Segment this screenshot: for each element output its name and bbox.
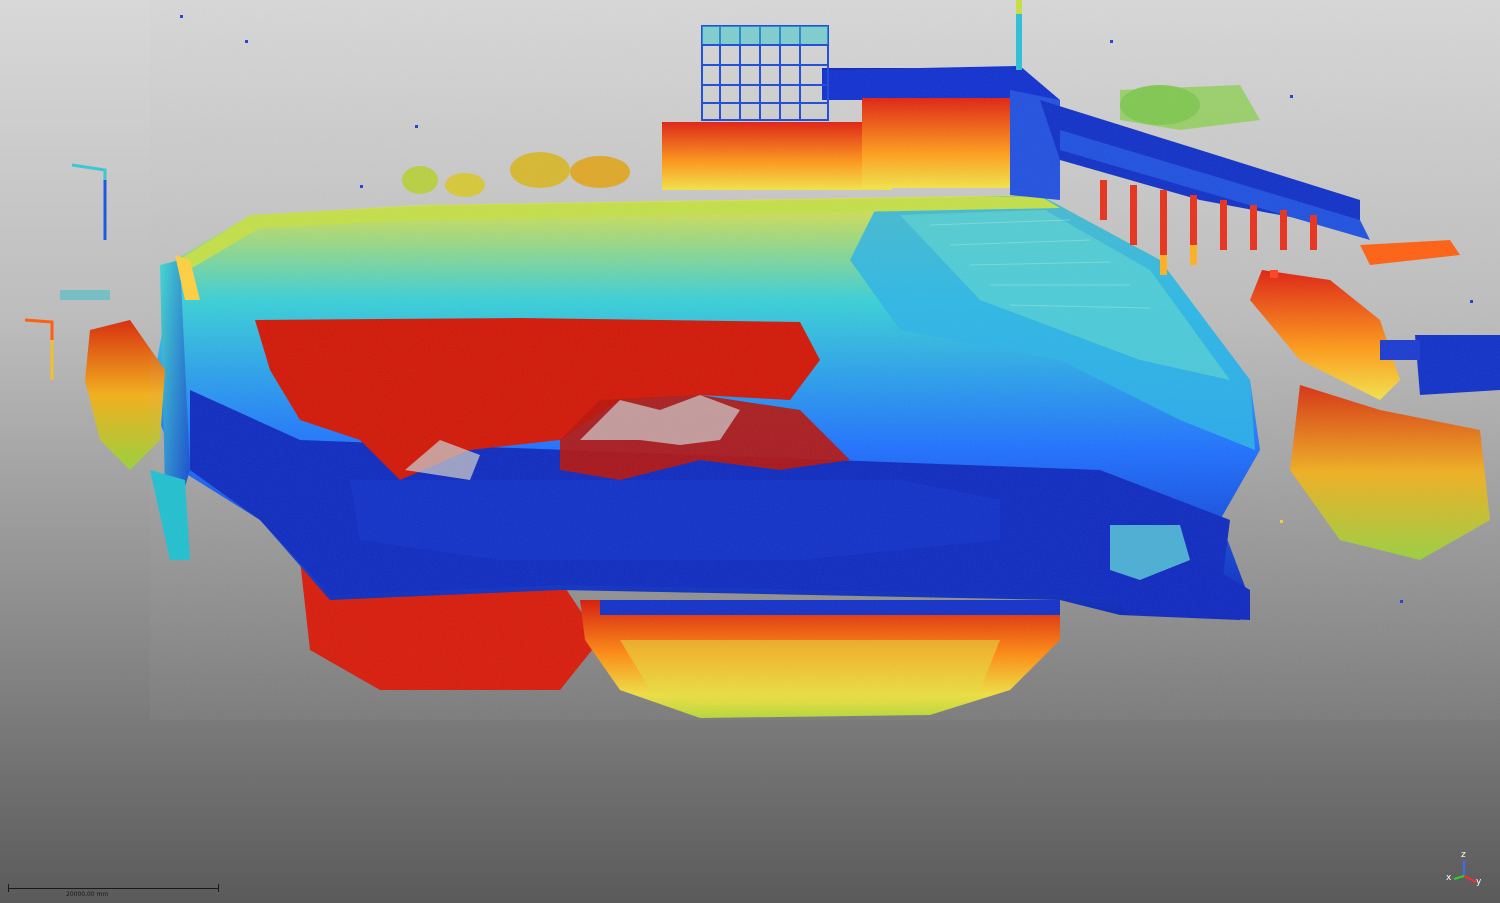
point-cloud-viewport[interactable]: 20000.00 mm z x y — [0, 0, 1500, 903]
x-axis-icon — [1453, 875, 1465, 880]
axis-triad[interactable]: z x y — [1444, 846, 1484, 886]
x-axis-label: x — [1446, 873, 1452, 883]
y-axis-icon — [1463, 875, 1477, 883]
y-axis-label: y — [1476, 877, 1482, 886]
z-axis-label: z — [1461, 850, 1466, 860]
scale-bar-label: 20000.00 mm — [66, 891, 109, 898]
scale-bar: 20000.00 mm — [8, 884, 220, 898]
point-cloud-render[interactable] — [0, 0, 1500, 903]
